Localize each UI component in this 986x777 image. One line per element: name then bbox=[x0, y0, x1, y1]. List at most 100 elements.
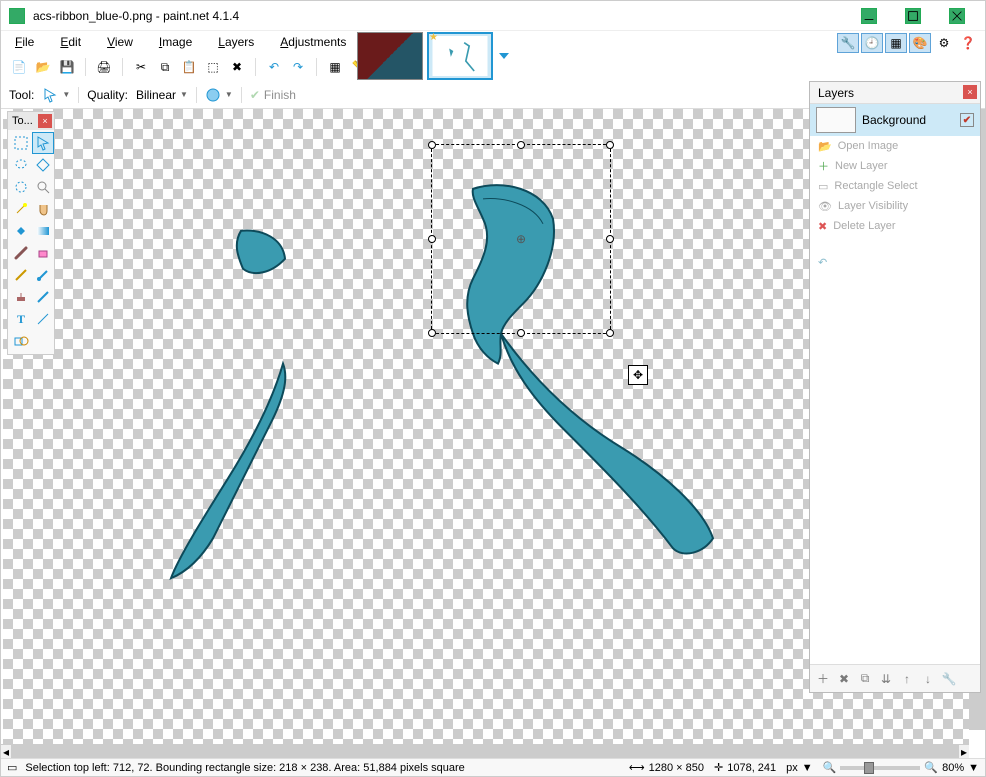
menu-layers[interactable]: Layers bbox=[212, 33, 260, 51]
chevron-down-icon: ▼ bbox=[802, 762, 813, 774]
util-settings-button[interactable]: ⚙ bbox=[933, 33, 955, 53]
add-layer-button[interactable]: ＋ bbox=[814, 670, 832, 688]
layer-context-menu: 📂Open Image ＋New Layer ▭Rectangle Select… bbox=[812, 136, 978, 272]
selection-handle-n[interactable] bbox=[517, 141, 525, 149]
paste-button[interactable]: 📋 bbox=[179, 57, 199, 77]
selection-handle-nw[interactable] bbox=[428, 141, 436, 149]
layer-thumb bbox=[816, 107, 856, 133]
util-colors-button[interactable]: 🎨 bbox=[909, 33, 931, 53]
zoom-in-button[interactable]: 🔍 bbox=[924, 761, 938, 774]
tools-panel-close-button[interactable]: × bbox=[38, 114, 52, 128]
zoom-out-button[interactable]: 🔍 bbox=[823, 761, 837, 774]
line-tool[interactable] bbox=[32, 308, 54, 330]
pan-tool[interactable] bbox=[32, 198, 54, 220]
util-tools-button[interactable]: 🔧 bbox=[837, 33, 859, 53]
menu-edit[interactable]: Edit bbox=[54, 33, 87, 51]
units-selector[interactable]: px ▼ bbox=[786, 762, 813, 774]
menu-image[interactable]: Image bbox=[153, 33, 198, 51]
fill-tool[interactable] bbox=[10, 220, 32, 242]
layer-row[interactable]: Background ✔ bbox=[810, 104, 980, 136]
shape-dropdown[interactable] bbox=[32, 330, 54, 352]
recolor-tool[interactable] bbox=[32, 286, 54, 308]
selection-handle-w[interactable] bbox=[428, 235, 436, 243]
selection-handle-ne[interactable] bbox=[606, 141, 614, 149]
cut-button[interactable]: ✂ bbox=[131, 57, 151, 77]
shapes-tool[interactable] bbox=[10, 330, 32, 352]
merge-layer-button[interactable]: ⇊ bbox=[877, 670, 895, 688]
ctx-open-image[interactable]: 📂Open Image bbox=[812, 136, 978, 156]
quality-selector[interactable]: Bilinear ▼ bbox=[136, 88, 188, 102]
new-button[interactable]: 📄 bbox=[9, 57, 29, 77]
ctx-rect-select[interactable]: ▭Rectangle Select bbox=[812, 176, 978, 196]
selection-info: Selection top left: 712, 72. Bounding re… bbox=[25, 762, 464, 774]
selection-center-icon: ⊕ bbox=[516, 232, 526, 246]
selection-rectangle[interactable]: ⊕ bbox=[431, 144, 611, 334]
zoom-value: 80% bbox=[942, 762, 964, 774]
move-layer-down-button[interactable]: ↓ bbox=[919, 670, 937, 688]
util-help-button[interactable]: ❓ bbox=[957, 33, 979, 53]
save-button[interactable]: 💾 bbox=[57, 57, 77, 77]
gradient-tool[interactable] bbox=[32, 220, 54, 242]
menu-file[interactable]: File bbox=[9, 33, 40, 51]
move-selection-tool[interactable] bbox=[32, 154, 54, 176]
duplicate-layer-button[interactable]: ⧉ bbox=[856, 670, 874, 688]
minimize-button[interactable] bbox=[861, 4, 885, 28]
clone-stamp-tool[interactable] bbox=[10, 286, 32, 308]
thumb-dropdown-icon[interactable] bbox=[497, 49, 511, 63]
tool-selector[interactable]: ▼ bbox=[42, 87, 70, 103]
layer-visibility-checkbox[interactable]: ✔ bbox=[960, 113, 974, 127]
util-history-button[interactable]: 🕘 bbox=[861, 33, 883, 53]
maximize-button[interactable] bbox=[905, 4, 929, 28]
ellipse-select-tool[interactable] bbox=[10, 176, 32, 198]
text-tool[interactable]: T bbox=[10, 308, 32, 330]
undo-button[interactable]: ↶ bbox=[264, 57, 284, 77]
ctx-delete-layer[interactable]: ✖Delete Layer bbox=[812, 216, 978, 236]
deselect-button[interactable]: ✖ bbox=[227, 57, 247, 77]
crop-button[interactable]: ⬚ bbox=[203, 57, 223, 77]
window-title: acs-ribbon_blue-0.png - paint.net 4.1.4 bbox=[33, 9, 861, 23]
move-tool[interactable] bbox=[32, 132, 54, 154]
brush-tool[interactable] bbox=[10, 242, 32, 264]
rect-select-tool[interactable] bbox=[10, 132, 32, 154]
move-cursor-icon: ✥ bbox=[628, 365, 648, 385]
document-thumb-2[interactable]: ★ bbox=[427, 32, 493, 80]
selection-handle-e[interactable] bbox=[606, 235, 614, 243]
menu-view[interactable]: View bbox=[101, 33, 139, 51]
ctx-layer-visibility[interactable]: 👁Layer Visibility bbox=[812, 196, 978, 216]
delete-layer-button[interactable]: ✖ bbox=[835, 670, 853, 688]
grid-button[interactable]: ▦ bbox=[325, 57, 345, 77]
selection-handle-se[interactable] bbox=[606, 329, 614, 337]
selection-handle-s[interactable] bbox=[517, 329, 525, 337]
open-button[interactable]: 📂 bbox=[33, 57, 53, 77]
eraser-tool[interactable] bbox=[32, 242, 54, 264]
lasso-tool[interactable] bbox=[10, 154, 32, 176]
zoom-slider[interactable] bbox=[840, 766, 920, 770]
close-button[interactable] bbox=[949, 4, 973, 28]
tool-label: Tool: bbox=[9, 88, 34, 102]
pencil-tool[interactable] bbox=[10, 264, 32, 286]
redo-button[interactable]: ↷ bbox=[288, 57, 308, 77]
util-layers-button[interactable]: ▦ bbox=[885, 33, 907, 53]
tools-panel: To... × T bbox=[7, 111, 55, 355]
finish-button[interactable]: ✔ Finish bbox=[250, 88, 296, 102]
selection-info-icon: ▭ bbox=[7, 761, 17, 774]
document-thumb-1[interactable] bbox=[357, 32, 423, 80]
menu-adjustments[interactable]: Adjustments bbox=[274, 33, 352, 51]
layers-panel-close-button[interactable]: × bbox=[963, 85, 977, 99]
move-layer-up-button[interactable]: ↑ bbox=[898, 670, 916, 688]
color-picker-tool[interactable] bbox=[32, 264, 54, 286]
print-button[interactable]: 🖨 bbox=[94, 57, 114, 77]
chevron-down-icon[interactable]: ▼ bbox=[968, 762, 979, 774]
horizontal-scrollbar[interactable]: ◂ ▸ bbox=[1, 744, 969, 758]
finish-label: Finish bbox=[264, 88, 296, 102]
ctx-new-layer[interactable]: ＋New Layer bbox=[812, 156, 978, 176]
image-size: 1280 × 850 bbox=[649, 762, 704, 774]
ctx-undo[interactable]: ↶ bbox=[812, 252, 978, 272]
copy-button[interactable]: ⧉ bbox=[155, 57, 175, 77]
zoom-tool[interactable] bbox=[32, 176, 54, 198]
selection-handle-sw[interactable] bbox=[428, 329, 436, 337]
sampling-selector[interactable]: ▼ bbox=[205, 87, 233, 103]
magic-wand-tool[interactable] bbox=[10, 198, 32, 220]
app-icon bbox=[9, 8, 25, 24]
layer-properties-button[interactable]: 🔧 bbox=[940, 670, 958, 688]
